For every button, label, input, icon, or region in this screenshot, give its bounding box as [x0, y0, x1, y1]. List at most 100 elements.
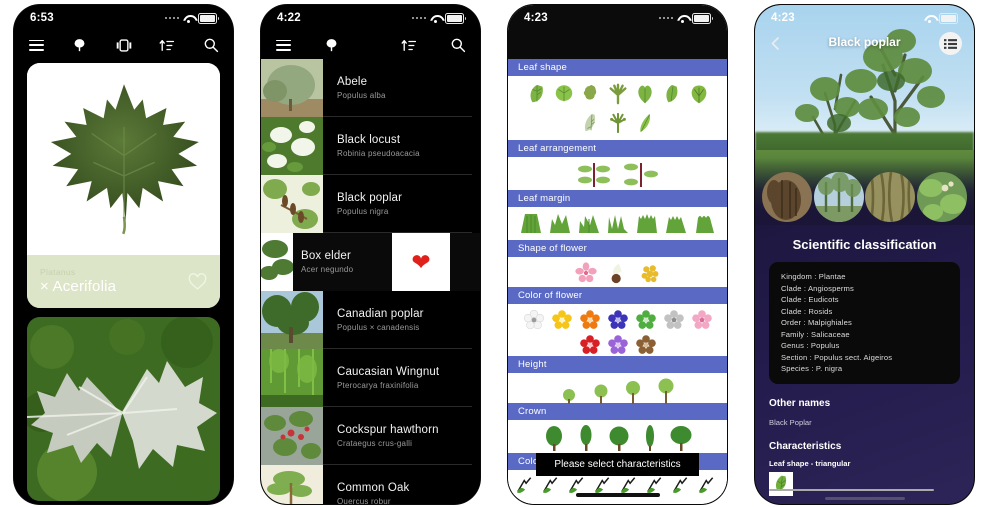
- characteristics-sections[interactable]: Leaf shape Leaf arrangement Leaf margin …: [508, 59, 727, 504]
- fruit-color-option-1[interactable]: [516, 475, 538, 497]
- leaf-option-dissected[interactable]: [607, 112, 629, 134]
- height-option-1[interactable]: [559, 382, 579, 404]
- section-body-shape-of-flower[interactable]: [508, 257, 727, 287]
- sort-list-icon[interactable]: [157, 35, 177, 55]
- table-row[interactable]: Caucasian Wingnut Pterocarya fraxinifoli…: [261, 349, 480, 407]
- home-indicator: [575, 493, 660, 497]
- hamburger-menu-icon[interactable]: [26, 35, 46, 55]
- height-option-3[interactable]: [623, 380, 643, 404]
- flower-color-option-gray[interactable]: [663, 309, 685, 331]
- leaf-option-linear[interactable]: [634, 112, 656, 134]
- flower-color-option-yellow[interactable]: [551, 309, 573, 331]
- flower-color-option-blue[interactable]: [607, 309, 629, 331]
- classification-clade-3: Clade : Rosids: [781, 306, 833, 316]
- flower-shape-option-star[interactable]: [574, 262, 597, 284]
- row-text: Abele Populus alba: [323, 59, 480, 117]
- table-row-swiped[interactable]: Box elder Acer negundo ❤: [261, 233, 480, 291]
- gallery-thumbnails[interactable]: [755, 169, 974, 225]
- flower-color-option-orange[interactable]: [579, 309, 601, 331]
- leaf-option-cordate[interactable]: [634, 83, 656, 105]
- flower-shape-option-catkin[interactable]: [607, 262, 629, 284]
- thumbnail-tree-stand[interactable]: [813, 172, 864, 222]
- fruit-color-option-7[interactable]: [672, 475, 694, 497]
- search-icon[interactable]: [201, 35, 221, 55]
- flower-color-option-green[interactable]: [635, 309, 657, 331]
- battery-icon: [445, 12, 466, 24]
- margin-option-lobed[interactable]: [547, 211, 573, 237]
- silver-leaf-photo: [27, 317, 220, 501]
- thumbnail-trunk[interactable]: [761, 172, 812, 222]
- hamburger-menu-icon[interactable]: [273, 35, 293, 55]
- arrangement-option-alternate[interactable]: [620, 162, 662, 188]
- crown-option-oval[interactable]: [543, 425, 565, 451]
- tree-thumbnail: [261, 349, 323, 407]
- card-caption: Platanus × Acerifolia: [27, 255, 220, 308]
- leaf-option-ovate[interactable]: [526, 83, 548, 105]
- tree-icon[interactable]: [322, 35, 342, 55]
- scroll-indicator[interactable]: [769, 489, 934, 491]
- favorite-action-button[interactable]: ❤: [392, 233, 450, 291]
- favorite-heart-outline-icon[interactable]: [188, 273, 207, 290]
- margin-option-serrate[interactable]: [663, 211, 689, 237]
- table-row[interactable]: Black poplar Populus nigra: [261, 175, 480, 233]
- crown-option-spreading[interactable]: [669, 425, 693, 451]
- section-body-leaf-margin[interactable]: [508, 207, 727, 240]
- classification-species: Species : P. nigra: [781, 364, 843, 374]
- leaf-option-round[interactable]: [553, 83, 575, 105]
- table-row[interactable]: Abele Populus alba: [261, 59, 480, 117]
- margin-option-entire[interactable]: [518, 211, 544, 237]
- leaf-option-lanceolate-serrate[interactable]: [580, 112, 602, 134]
- leaf-option-elliptic[interactable]: [661, 83, 683, 105]
- fruit-color-option-8[interactable]: [698, 475, 720, 497]
- sort-list-icon[interactable]: [399, 35, 419, 55]
- leaf-option-lobed[interactable]: [580, 83, 602, 105]
- flower-shape-option-cluster[interactable]: [639, 262, 661, 284]
- table-row[interactable]: Common Oak Quercus robur: [261, 465, 480, 504]
- crown-option-round[interactable]: [607, 425, 631, 451]
- leaf-option-fan[interactable]: [688, 83, 710, 105]
- flower-color-option-red[interactable]: [579, 334, 601, 356]
- flower-color-option-pink[interactable]: [691, 309, 713, 331]
- detail-content[interactable]: Scientific classification Kingdom : Plan…: [755, 225, 974, 504]
- flower-color-option-brown[interactable]: [635, 334, 657, 356]
- table-row[interactable]: Cockspur hawthorn Crataegus crus-galli: [261, 407, 480, 465]
- arrangement-option-opposite[interactable]: [573, 162, 615, 188]
- top-toolbar: [261, 31, 480, 59]
- list-menu-icon[interactable]: [939, 32, 962, 55]
- section-body-leaf-shape[interactable]: [508, 76, 727, 140]
- tree-name: Abele: [337, 76, 368, 88]
- classification-title: Scientific classification: [792, 237, 937, 252]
- tree-list[interactable]: Abele Populus alba Black locust Robinia …: [261, 59, 480, 504]
- leaf-option-palmate[interactable]: [607, 83, 629, 105]
- tree-card-primary[interactable]: Platanus × Acerifolia: [27, 63, 220, 308]
- tree-scientific-name: Crataegus crus-galli: [337, 439, 413, 448]
- margin-option-crenate[interactable]: [692, 211, 718, 237]
- margin-option-dentate[interactable]: [634, 211, 660, 237]
- tree-scientific-name: Pterocarya fraxinifolia: [337, 381, 419, 390]
- section-body-height[interactable]: [508, 373, 727, 404]
- table-row[interactable]: Canadian poplar Populus × canadensis: [261, 291, 480, 349]
- table-row[interactable]: Black locust Robinia pseudoacacia: [261, 117, 480, 175]
- margin-option-incised[interactable]: [576, 211, 602, 237]
- height-option-2[interactable]: [591, 382, 611, 404]
- section-body-color-of-flower[interactable]: [508, 304, 727, 356]
- section-body-leaf-arrangement[interactable]: [508, 157, 727, 190]
- tree-icon[interactable]: [70, 35, 90, 55]
- tree-card-secondary[interactable]: [27, 317, 220, 501]
- thumbnail-foliage[interactable]: [917, 172, 968, 222]
- height-option-4[interactable]: [655, 378, 677, 404]
- flower-color-option-white[interactable]: [523, 309, 545, 331]
- phone-bezel: 6:53 Platanus × Acerifolia: [14, 5, 233, 504]
- card-carousel-icon[interactable]: [114, 35, 134, 55]
- crown-option-narrow[interactable]: [577, 425, 595, 451]
- crown-option-columnar[interactable]: [643, 425, 657, 451]
- flower-color-option-violet[interactable]: [607, 334, 629, 356]
- fruit-color-option-2[interactable]: [542, 475, 564, 497]
- margin-option-deeply-lobed[interactable]: [605, 211, 631, 237]
- section-header-shape-of-flower: Shape of flower: [508, 240, 727, 257]
- section-body-crown[interactable]: [508, 420, 727, 453]
- search-icon[interactable]: [448, 35, 468, 55]
- thumbnail-bark[interactable]: [865, 172, 916, 222]
- tree-thumbnail: [261, 175, 323, 233]
- wifi-icon: [430, 14, 441, 23]
